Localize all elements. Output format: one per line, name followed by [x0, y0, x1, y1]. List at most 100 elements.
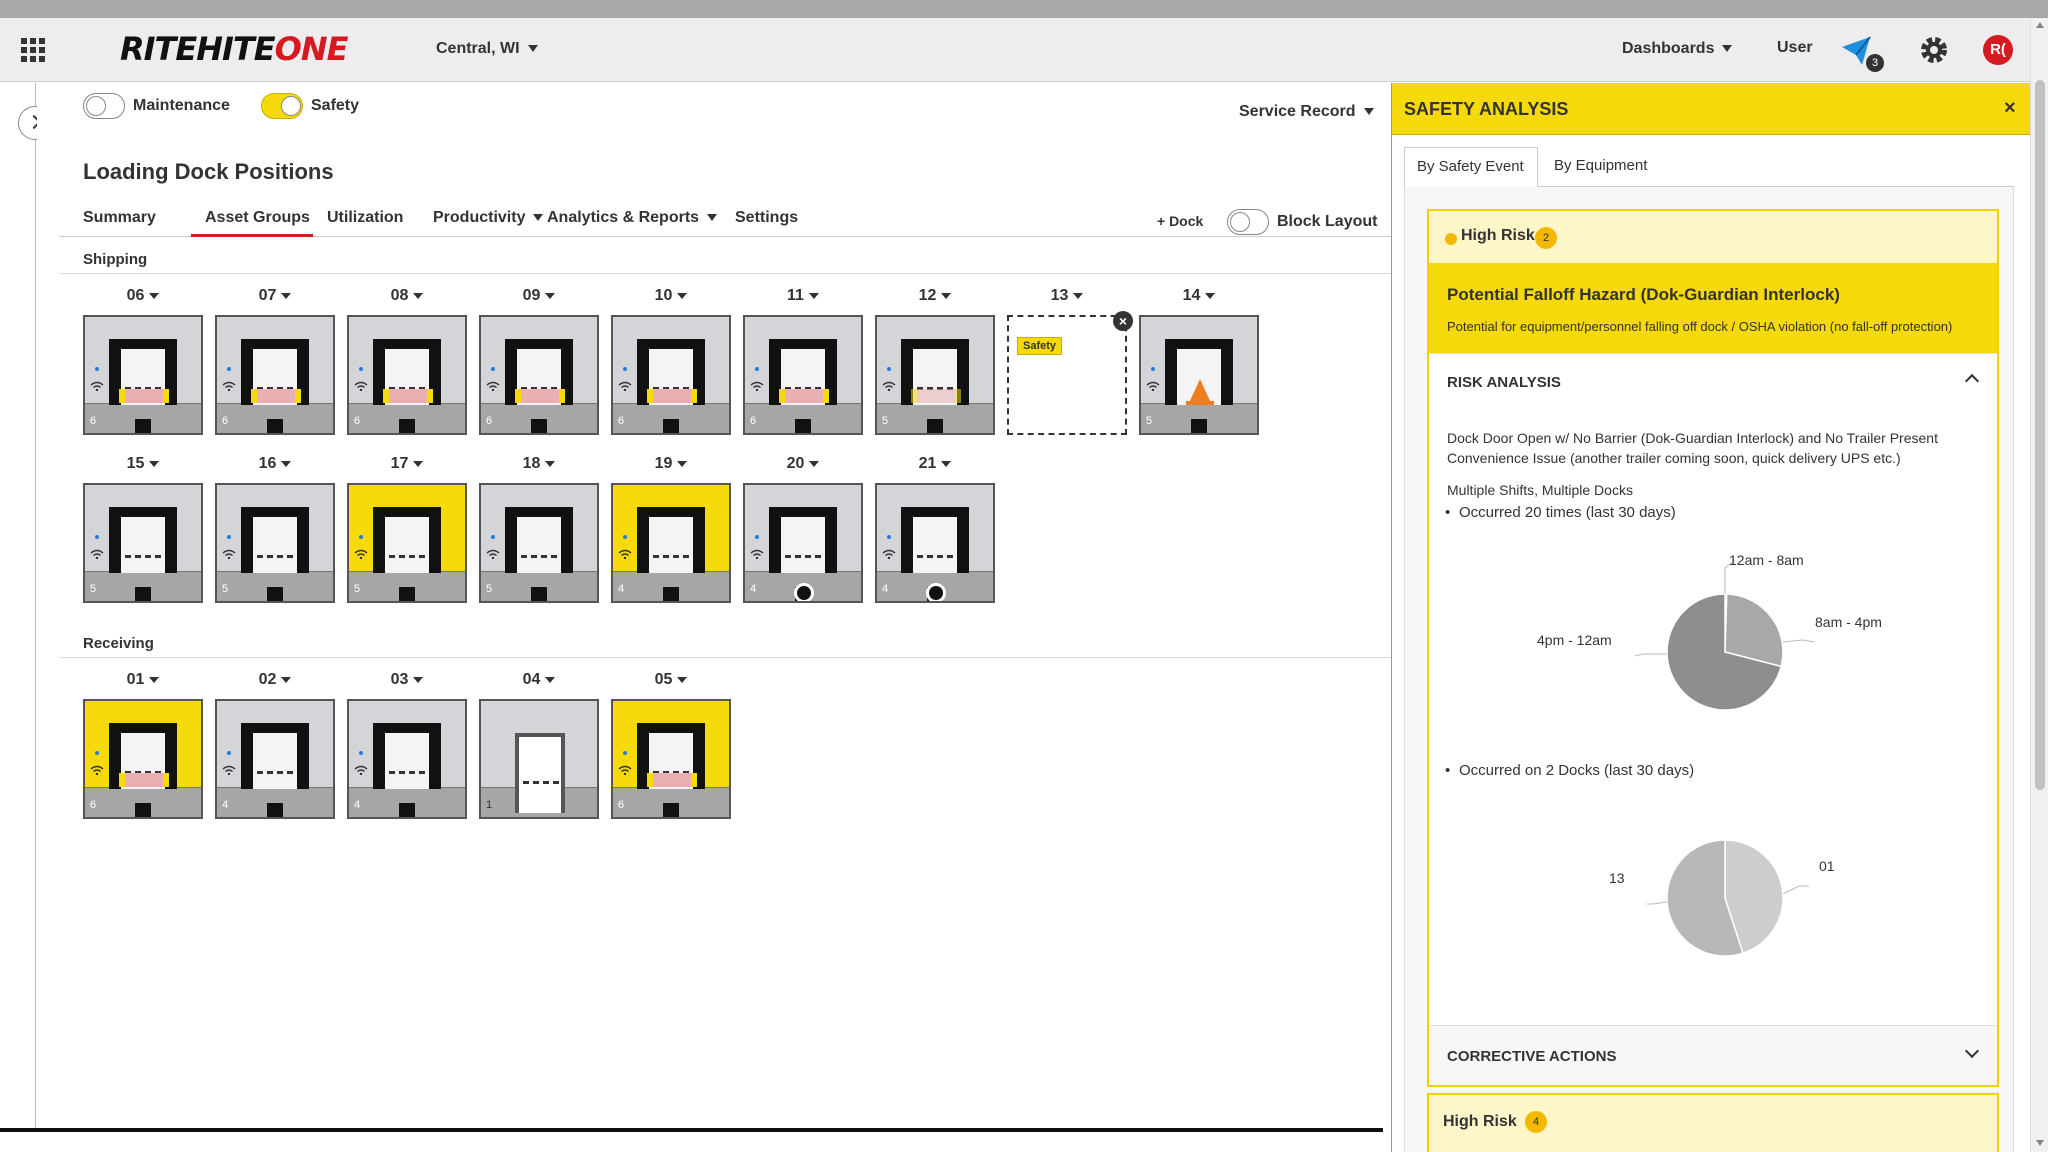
chevron-up-icon[interactable]	[1964, 373, 1980, 389]
dock-tile[interactable]: 6	[743, 315, 863, 435]
location-select[interactable]: Central, WI	[436, 40, 538, 58]
dock-bumper	[663, 803, 679, 817]
dock-number-dropdown[interactable]: 11	[743, 287, 863, 305]
tab-productivity[interactable]: Productivity	[433, 209, 544, 227]
dock-number: 08	[390, 287, 409, 304]
wifi-signal-icon	[750, 381, 764, 391]
dock-number-dropdown[interactable]: 19	[611, 455, 731, 473]
dock-number-dropdown[interactable]: 14	[1139, 287, 1259, 305]
dock-tile[interactable]: 6	[611, 315, 731, 435]
dock-tile[interactable]: 6	[83, 315, 203, 435]
dock-number-dropdown[interactable]: 13	[1007, 287, 1127, 305]
brand-logo[interactable]: RITEHITEONE	[120, 30, 348, 68]
dock-tile[interactable]: 4	[875, 483, 995, 603]
dock-tile[interactable]: 4	[611, 483, 731, 603]
dock-number-dropdown[interactable]: 18	[479, 455, 599, 473]
analysis-line: Dock Door Open w/ No Barrier (Dok-Guardi…	[1447, 430, 1938, 446]
dock-tile[interactable]: Safety	[1007, 315, 1127, 435]
dock-tile[interactable]: 4	[347, 699, 467, 819]
dock-number-dropdown[interactable]: 12	[875, 287, 995, 305]
dock-number-dropdown[interactable]: 03	[347, 671, 467, 689]
dock-tile[interactable]: 5	[479, 483, 599, 603]
status-dot-icon	[95, 751, 99, 755]
gear-icon[interactable]	[1918, 34, 1950, 66]
apps-grid-icon[interactable]	[21, 38, 45, 62]
dock-bumper	[267, 587, 283, 601]
block-layout-toggle[interactable]	[1227, 209, 1269, 235]
dock-number-dropdown[interactable]: 21	[875, 455, 995, 473]
dock-tile[interactable]: 6	[83, 699, 203, 819]
dock-number-dropdown[interactable]: 05	[611, 671, 731, 689]
scroll-up-icon[interactable]	[2036, 22, 2044, 28]
dock-tile[interactable]: 5	[215, 483, 335, 603]
risk-analysis-title[interactable]: RISK ANALYSIS	[1447, 374, 1561, 391]
dock-door	[519, 737, 561, 813]
dock-number-dropdown[interactable]: 15	[83, 455, 203, 473]
user-menu[interactable]: User	[1777, 39, 1813, 57]
dock-tile[interactable]: 1	[479, 699, 599, 819]
tab-settings[interactable]: Settings	[735, 209, 798, 227]
panel-tab-bar: By Safety Event By Equipment	[1404, 147, 2014, 188]
dock-number: 21	[918, 455, 937, 472]
risk-card-header[interactable]: High Risk 2	[1429, 211, 1997, 263]
dock-number-dropdown[interactable]: 02	[215, 671, 335, 689]
dock-number: 10	[654, 287, 673, 304]
dock-tile[interactable]: 5	[1139, 315, 1259, 435]
dock-number-dropdown[interactable]: 08	[347, 287, 467, 305]
section-receiving: Receiving	[83, 635, 154, 652]
main-content: Maintenance Safety Service Record Loadin…	[37, 83, 1407, 1128]
dock-number-dropdown[interactable]: 20	[743, 455, 863, 473]
wifi-signal-icon	[750, 549, 764, 559]
dock-tile[interactable]: 6	[347, 315, 467, 435]
tab-by-safety-event[interactable]: By Safety Event	[1404, 147, 1538, 188]
dock-number-dropdown[interactable]: 17	[347, 455, 467, 473]
scrollbar-thumb[interactable]	[2035, 80, 2045, 790]
status-dot-icon	[359, 367, 363, 371]
dock-tile[interactable]: 5	[347, 483, 467, 603]
status-dot-icon	[887, 367, 891, 371]
risk-count-badge: 4	[1525, 1111, 1547, 1133]
dock-number-dropdown[interactable]: 07	[215, 287, 335, 305]
notification-badge: 3	[1866, 54, 1884, 72]
tab-asset-groups[interactable]: Asset Groups	[205, 209, 310, 227]
dock-number-dropdown[interactable]: 06	[83, 287, 203, 305]
dock-pie-chart	[1647, 839, 1809, 957]
dock-tile[interactable]: 4	[215, 699, 335, 819]
dock-tile[interactable]: 5	[83, 483, 203, 603]
corrective-actions-section[interactable]: CORRECTIVE ACTIONS	[1429, 1025, 1997, 1085]
service-record-dropdown[interactable]: Service Record	[1239, 103, 1374, 121]
add-dock-button[interactable]: + Dock	[1157, 213, 1203, 229]
avatar[interactable]: R(	[1983, 35, 2013, 65]
dock-number-dropdown[interactable]: 16	[215, 455, 335, 473]
risk-card[interactable]: High Risk 4	[1427, 1093, 1999, 1152]
dock-tile[interactable]: 4	[743, 483, 863, 603]
door-seal-line	[257, 555, 293, 558]
chevron-down-icon	[941, 460, 952, 467]
pie-label: 12am - 8am	[1729, 552, 1804, 568]
tab-summary[interactable]: Summary	[83, 209, 156, 227]
safety-toggle[interactable]	[261, 93, 303, 119]
dock-number: 09	[522, 287, 541, 304]
dock-tile[interactable]: 6	[479, 315, 599, 435]
tab-analytics-reports[interactable]: Analytics & Reports	[547, 209, 718, 227]
dashboards-menu[interactable]: Dashboards	[1622, 40, 1733, 58]
dock-number-dropdown[interactable]: 04	[479, 671, 599, 689]
active-tab-indicator	[191, 234, 313, 237]
remove-dock-icon[interactable]: ×	[1113, 311, 1133, 331]
dock-tile[interactable]: 5	[875, 315, 995, 435]
maintenance-toggle[interactable]	[83, 93, 125, 119]
close-icon[interactable]: ×	[2004, 97, 2016, 120]
page-scrollbar[interactable]	[2030, 18, 2048, 1152]
tab-by-equipment[interactable]: By Equipment	[1554, 157, 1647, 174]
scroll-down-icon[interactable]	[2036, 1140, 2044, 1146]
dock-number-dropdown[interactable]: 10	[611, 287, 731, 305]
chevron-down-icon	[149, 676, 160, 683]
chevron-down-icon[interactable]	[1964, 1043, 1980, 1059]
dock-number-dropdown[interactable]: 09	[479, 287, 599, 305]
dock-tile[interactable]: 6	[611, 699, 731, 819]
tab-utilization[interactable]: Utilization	[327, 209, 403, 227]
chevron-down-icon	[941, 292, 952, 299]
dock-number-dropdown[interactable]: 01	[83, 671, 203, 689]
dock-tile[interactable]: 6	[215, 315, 335, 435]
dock-count: 5	[222, 583, 229, 595]
